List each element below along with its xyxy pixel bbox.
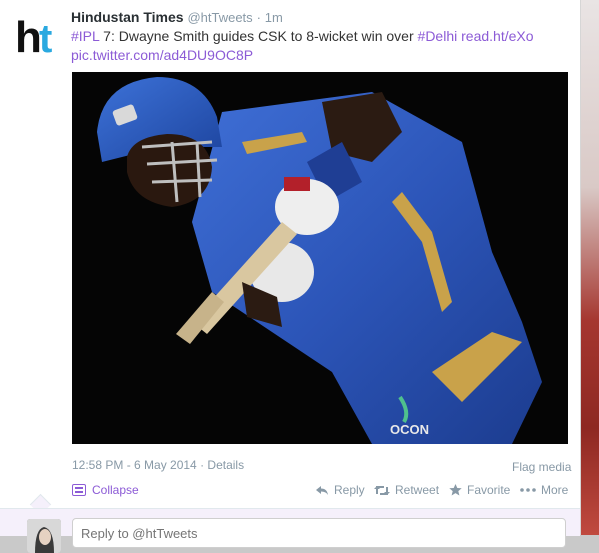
user-avatar[interactable]: [27, 519, 61, 553]
tweet-photo[interactable]: OCON: [72, 72, 568, 444]
reply-area: [0, 508, 580, 553]
background-strip: [580, 0, 599, 535]
logo-letter-t: t: [39, 17, 52, 56]
hashtag-delhi[interactable]: #Delhi: [418, 28, 458, 44]
reply-button[interactable]: Reply: [315, 483, 365, 497]
author-name[interactable]: Hindustan Times: [71, 9, 184, 25]
collapse-label: Collapse: [92, 483, 139, 497]
reply-icon: [316, 485, 328, 495]
star-icon: [449, 484, 462, 496]
tweet-card: h t Hindustan Times @htTweets · 1m #IPL …: [0, 0, 581, 553]
tweet-timestamp[interactable]: 12:58 PM - 6 May 2014: [72, 458, 197, 472]
jersey-sponsor-text: OCON: [390, 422, 429, 437]
retweet-button[interactable]: Retweet: [374, 483, 439, 497]
meta-separator: ·: [200, 458, 205, 472]
more-button[interactable]: More: [520, 483, 568, 497]
short-link[interactable]: read.ht/eXo: [457, 28, 533, 44]
tweet-text: #IPL 7: Dwayne Smith guides CSK to 8-wic…: [71, 27, 571, 65]
retweet-icon: [374, 485, 390, 495]
logo-letter-h: h: [16, 14, 42, 56]
favorite-label: Favorite: [467, 483, 511, 497]
tweet-body-text: 7: Dwayne Smith guides CSK to 8-wicket w…: [99, 28, 418, 44]
flag-media-link[interactable]: Flag media: [512, 460, 571, 474]
cricket-batsman-illustration: OCON: [72, 72, 568, 444]
reply-label: Reply: [334, 483, 365, 497]
header-separator: ·: [256, 10, 261, 25]
hashtag-ipl[interactable]: #IPL: [71, 28, 99, 44]
collapse-icon: [72, 484, 86, 496]
favorite-button[interactable]: Favorite: [449, 483, 510, 497]
collapse-button[interactable]: Collapse: [72, 483, 139, 497]
tweet-header: Hindustan Times @htTweets · 1m: [71, 9, 283, 25]
details-link[interactable]: Details: [207, 458, 244, 472]
more-dots-icon: [520, 488, 536, 492]
author-handle[interactable]: @htTweets: [187, 10, 252, 25]
more-label: More: [541, 483, 569, 497]
tweet-time[interactable]: 1m: [265, 10, 283, 25]
tweet-meta: 12:58 PM - 6 May 2014 · Details: [72, 458, 244, 472]
avatar-image: [27, 519, 61, 553]
pic-link[interactable]: pic.twitter.com/ad4DU9OC8P: [71, 47, 253, 63]
retweet-label: Retweet: [395, 483, 440, 497]
reply-input[interactable]: [72, 518, 566, 548]
tweet-actions: Collapse Reply Retweet Favorite More: [72, 483, 568, 501]
ht-logo[interactable]: h t: [16, 14, 60, 56]
